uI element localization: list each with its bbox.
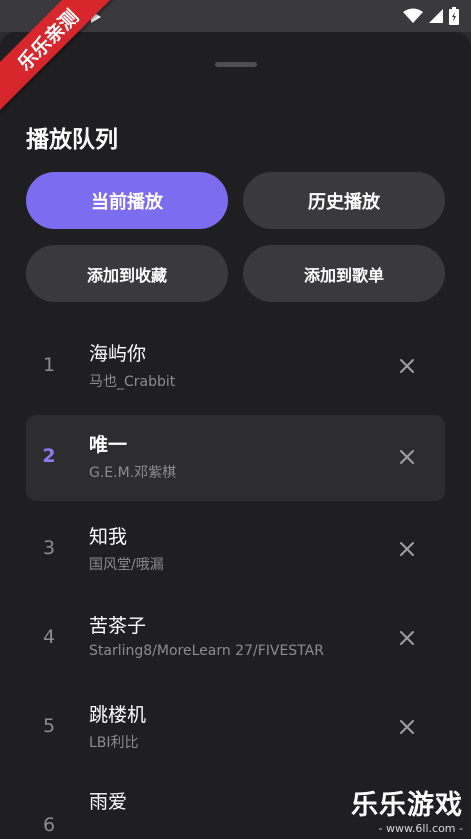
add-to-favorites-button[interactable]: 添加到收藏 — [26, 245, 228, 302]
track-index: 4 — [42, 626, 56, 648]
battery-icon — [449, 7, 459, 29]
remove-icon[interactable] — [399, 719, 415, 735]
tab-history[interactable]: 历史播放 — [243, 172, 445, 229]
drag-handle[interactable] — [215, 62, 257, 67]
wifi-icon — [403, 8, 423, 28]
song-title: 跳楼机 — [89, 704, 147, 726]
track-index: 3 — [42, 537, 56, 559]
sheet-title: 播放队列 — [26, 127, 118, 153]
queue-row-current[interactable]: 2 唯一 G.E.M.邓紫棋 — [26, 415, 445, 501]
song-title: 雨爱 — [89, 791, 128, 813]
queue-row[interactable]: 4 苦茶子 Starling8/MoreLearn 27/FIVESTAR — [26, 596, 445, 682]
queue-row[interactable]: 5 跳楼机 LBI利比 — [26, 685, 445, 771]
add-to-playlist-button[interactable]: 添加到歌单 — [243, 245, 445, 302]
track-index: 1 — [42, 354, 56, 376]
song-title: 海屿你 — [89, 343, 147, 365]
play-queue-sheet: 播放队列 当前播放 历史播放 添加到收藏 添加到歌单 1 海屿你 马也_Crab… — [0, 32, 471, 839]
remove-icon[interactable] — [399, 449, 415, 465]
song-artist: 马也_Crabbit — [89, 374, 176, 390]
remove-icon[interactable] — [399, 630, 415, 646]
queue-row[interactable]: 1 海屿你 马也_Crabbit — [26, 324, 445, 410]
tab-current-playing[interactable]: 当前播放 — [26, 172, 228, 229]
remove-icon[interactable] — [399, 541, 415, 557]
song-artist: LBI利比 — [89, 735, 139, 751]
watermark-url: - www.6ll.com - — [378, 822, 463, 835]
song-artist: G.E.M.邓紫棋 — [89, 465, 177, 481]
queue-row[interactable]: 3 知我 国风堂/哦漏 — [26, 507, 445, 593]
track-index: 2 — [42, 445, 56, 467]
watermark: 乐乐游戏 - www.6ll.com - — [351, 783, 463, 835]
song-title: 苦茶子 — [89, 615, 147, 637]
signal-icon — [429, 8, 443, 28]
status-icons — [403, 7, 459, 29]
song-artist: 国风堂/哦漏 — [89, 557, 164, 573]
track-index: 6 — [42, 814, 56, 836]
watermark-title: 乐乐游戏 — [351, 790, 463, 821]
song-artist: Starling8/MoreLearn 27/FIVESTAR — [89, 643, 324, 659]
remove-icon[interactable] — [399, 358, 415, 374]
song-title: 知我 — [89, 526, 128, 548]
track-index: 5 — [42, 715, 56, 737]
song-title: 唯一 — [89, 434, 128, 456]
